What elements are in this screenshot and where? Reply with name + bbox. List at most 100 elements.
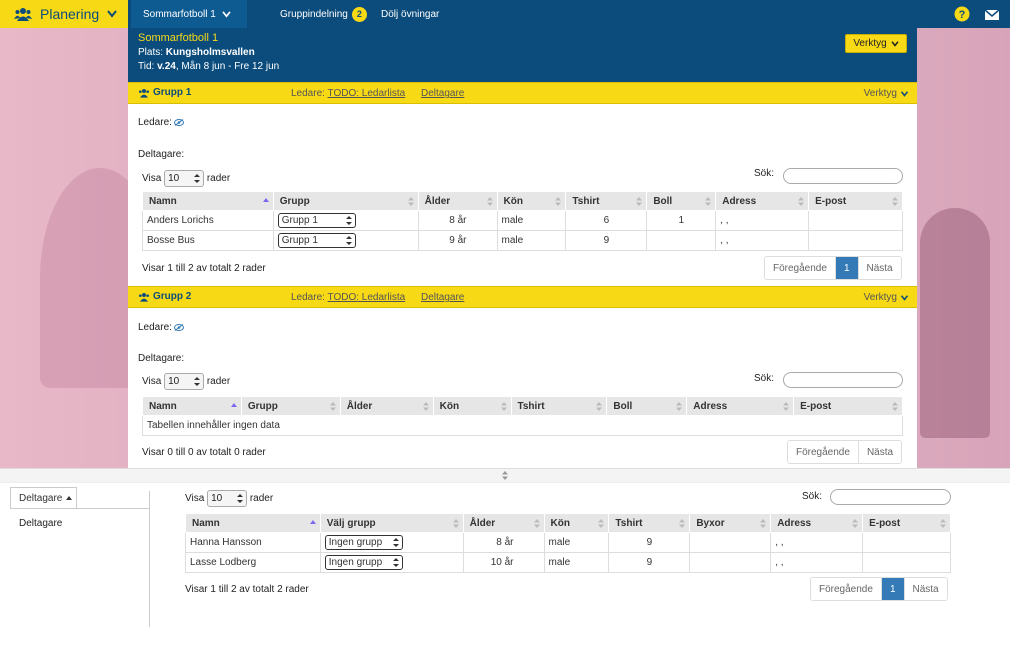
col-name[interactable]: Namn: [142, 191, 274, 211]
participants-link[interactable]: Deltagare: [421, 292, 464, 303]
participants-heading: Deltagare:: [138, 149, 185, 160]
col-address[interactable]: Adress: [715, 191, 810, 211]
leader-list-link[interactable]: TODO: Ledarlista: [328, 292, 406, 303]
event-dropdown[interactable]: Sommarfotboll 1: [131, 0, 247, 28]
cell-name: Anders Lorichs: [142, 210, 274, 231]
table-info: Visar 1 till 2 av totalt 2 rader: [142, 263, 266, 274]
sort-icon: [500, 402, 507, 411]
cell-gender: male: [496, 210, 567, 231]
cell-name: Hanna Hansson: [185, 532, 321, 553]
search-input[interactable]: [783, 372, 903, 388]
group-1-tools[interactable]: Verktyg: [864, 88, 909, 99]
cell-email: [808, 230, 903, 251]
col-name[interactable]: Namn: [142, 396, 242, 416]
search-label: Sök:: [754, 373, 775, 384]
group-1-table: Namn Grupp Ålder Kön Tshirt Boll Adress …: [142, 191, 903, 251]
page-size-control: Visa 10 rader: [185, 490, 273, 507]
page-1-button[interactable]: 1: [881, 578, 905, 600]
planning-menu[interactable]: Planering: [0, 0, 128, 28]
sort-icon: [452, 519, 459, 528]
group-2-header: Grupp 2 Ledare: TODO: Ledarlista Deltaga…: [128, 286, 917, 308]
col-address[interactable]: Adress: [686, 396, 795, 416]
event-place: Plats: Kungsholmsvallen: [138, 47, 255, 58]
sort-icon: [760, 519, 767, 528]
updown-icon: [345, 216, 352, 225]
col-gender[interactable]: Kön: [432, 396, 512, 416]
hide-exercises-link[interactable]: Dölj övningar: [381, 0, 439, 28]
col-group[interactable]: Grupp: [240, 396, 341, 416]
cell-tshirt: 9: [565, 230, 648, 251]
pagination: Föregående Nästa: [787, 440, 903, 464]
col-email[interactable]: E-post: [862, 513, 951, 533]
search-input[interactable]: [830, 489, 951, 505]
panel-resize-handle[interactable]: [0, 468, 1010, 483]
updown-icon: [345, 236, 352, 245]
cell-address: , ,: [715, 230, 810, 251]
col-gender[interactable]: Kön: [496, 191, 567, 211]
col-ball[interactable]: Boll: [646, 191, 717, 211]
eye-slash-icon[interactable]: [173, 323, 184, 331]
cell-gender: male: [496, 230, 567, 251]
sort-icon: [705, 197, 712, 206]
sort-icon: [407, 197, 414, 206]
next-page-button[interactable]: Nästa: [858, 257, 901, 279]
col-age[interactable]: Ålder: [462, 513, 545, 533]
group-select[interactable]: Ingen grupp: [324, 555, 403, 570]
prev-page-button[interactable]: Föregående: [765, 257, 836, 279]
leader-list-link[interactable]: TODO: Ledarlista: [328, 88, 406, 99]
col-age[interactable]: Ålder: [417, 191, 498, 211]
table-info: Visar 1 till 2 av totalt 2 rader: [185, 584, 309, 595]
col-ball[interactable]: Boll: [606, 396, 688, 416]
mail-icon[interactable]: [984, 7, 1000, 23]
participants-tab[interactable]: Deltagare: [10, 487, 77, 508]
prev-page-button[interactable]: Föregående: [788, 441, 859, 463]
bottom-panel: Deltagare Deltagare Visa 10 rader Sök: N…: [0, 483, 1010, 648]
group-count-badge: 2: [351, 6, 367, 22]
page-size-select[interactable]: 10: [164, 170, 205, 187]
updown-icon: [392, 538, 399, 547]
sidebar-divider: [10, 508, 149, 509]
cell-age: 8 år: [462, 532, 545, 553]
group-division-link[interactable]: Gruppindelning 2: [280, 0, 367, 28]
col-pants[interactable]: Byxor: [689, 513, 772, 533]
col-tshirt[interactable]: Tshirt: [510, 396, 608, 416]
sort-icon: [486, 197, 493, 206]
cell-ball: [646, 230, 717, 251]
chevron-down-icon: [900, 90, 909, 97]
page-size-select[interactable]: 10: [164, 373, 205, 390]
col-email[interactable]: E-post: [808, 191, 903, 211]
col-age[interactable]: Ålder: [339, 396, 434, 416]
page-size-control: Visa 10 rader: [142, 373, 230, 390]
participants-link[interactable]: Deltagare: [421, 88, 464, 99]
sidebar-item-participants[interactable]: Deltagare: [19, 518, 62, 529]
sort-asc-icon: [230, 403, 237, 407]
group-2-tools[interactable]: Verktyg: [864, 292, 909, 303]
sort-icon: [892, 197, 898, 206]
col-address[interactable]: Adress: [770, 513, 864, 533]
group-select[interactable]: Grupp 1: [277, 233, 356, 248]
sort-icon: [892, 402, 898, 411]
event-place-value: Kungsholmsvallen: [165, 47, 255, 58]
next-page-button[interactable]: Nästa: [858, 441, 902, 463]
page-size-select[interactable]: 10: [207, 490, 248, 507]
help-icon[interactable]: ?: [954, 6, 970, 22]
col-choose-group[interactable]: Välj grupp: [319, 513, 464, 533]
page-1-button[interactable]: 1: [835, 257, 859, 279]
table-row: Bosse Bus Grupp 1 9 år male 9 , ,: [142, 230, 903, 251]
search-input[interactable]: [783, 168, 903, 184]
col-name[interactable]: Namn: [185, 513, 321, 533]
table-header-row: Namn Grupp Ålder Kön Tshirt Boll Adress …: [142, 396, 903, 416]
group-select[interactable]: Grupp 1: [277, 213, 356, 228]
cell-address: , ,: [770, 532, 864, 553]
col-tshirt[interactable]: Tshirt: [565, 191, 648, 211]
col-email[interactable]: E-post: [793, 396, 903, 416]
col-gender[interactable]: Kön: [543, 513, 610, 533]
col-tshirt[interactable]: Tshirt: [608, 513, 691, 533]
participants-heading: Deltagare:: [138, 353, 185, 364]
col-group[interactable]: Grupp: [272, 191, 419, 211]
group-select[interactable]: Ingen grupp: [324, 535, 403, 550]
eye-slash-icon[interactable]: [173, 118, 184, 126]
prev-page-button[interactable]: Föregående: [811, 578, 882, 600]
event-tools-button[interactable]: Verktyg: [845, 34, 907, 53]
next-page-button[interactable]: Nästa: [904, 578, 947, 600]
